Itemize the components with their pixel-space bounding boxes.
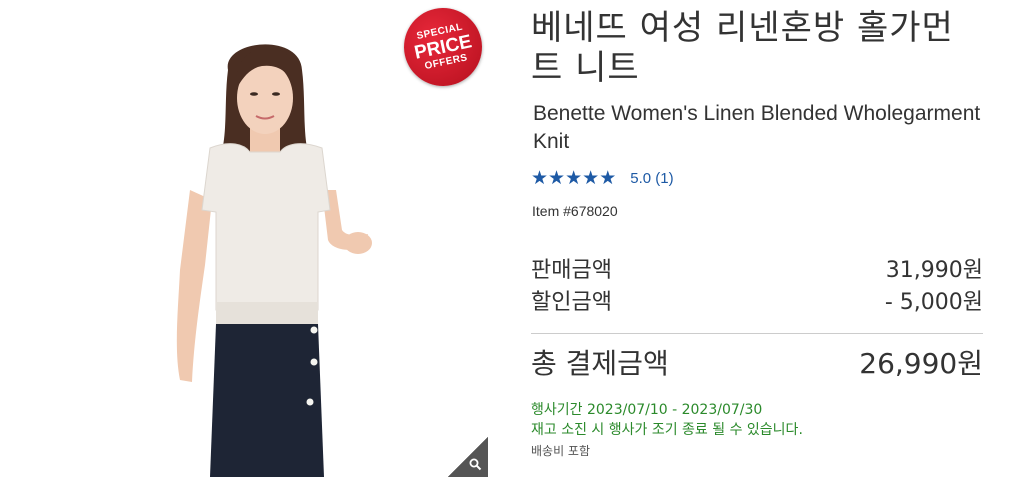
- zoom-button[interactable]: [448, 437, 488, 477]
- sale-price-label: 판매금액: [531, 258, 612, 283]
- total-price-value: 26,990원: [859, 347, 983, 380]
- star-icon: ★: [531, 167, 549, 189]
- star-icon: ★: [548, 167, 566, 189]
- rating-stars: ★ ★ ★ ★ ★: [531, 168, 616, 188]
- discount-value: - 5,000원: [884, 290, 983, 315]
- product-title-korean: 베네뜨 여성 리넨혼방 홀가먼트 니트: [531, 8, 954, 88]
- product-info: 베네뜨 여성 리넨혼방 홀가먼트 니트 Benette Women's Line…: [531, 0, 983, 459]
- magnifier-icon: [469, 458, 482, 471]
- total-price-label: 총 결제금액: [531, 347, 669, 380]
- star-icon: ★: [582, 167, 600, 189]
- sale-price-value: 31,990원: [885, 258, 983, 283]
- special-price-badge: SPECIAL PRICE OFFERS: [396, 0, 490, 94]
- total-price-row: 총 결제금액 26,990원: [531, 346, 983, 382]
- promo-period: 행사기간 2023/07/10 - 2023/07/30: [531, 402, 763, 418]
- rating-count-link[interactable]: 5.0 (1): [630, 170, 673, 187]
- price-divider: [531, 333, 983, 334]
- product-title-english: Benette Women's Linen Blended Wholegarme…: [533, 102, 981, 153]
- promo-notice: 재고 소진 시 행사가 조기 종료 될 수 있습니다.: [531, 422, 803, 438]
- discount-label: 할인금액: [531, 290, 612, 315]
- star-icon: ★: [565, 167, 583, 189]
- shipping-note: 배송비 포함: [531, 444, 591, 458]
- price-breakdown: 판매금액 31,990원 할인금액 - 5,000원: [531, 255, 983, 319]
- product-image-panel[interactable]: SPECIAL PRICE OFFERS: [0, 0, 490, 477]
- item-number: Item #678020: [532, 203, 618, 219]
- discount-row: 할인금액 - 5,000원: [531, 287, 983, 319]
- product-rating[interactable]: ★ ★ ★ ★ ★ 5.0 (1): [531, 168, 983, 188]
- sale-price-row: 판매금액 31,990원: [531, 255, 983, 287]
- product-photo[interactable]: [150, 40, 410, 477]
- star-icon: ★: [599, 167, 617, 189]
- promo-info: 행사기간 2023/07/10 - 2023/07/30 재고 소진 시 행사가…: [531, 400, 983, 440]
